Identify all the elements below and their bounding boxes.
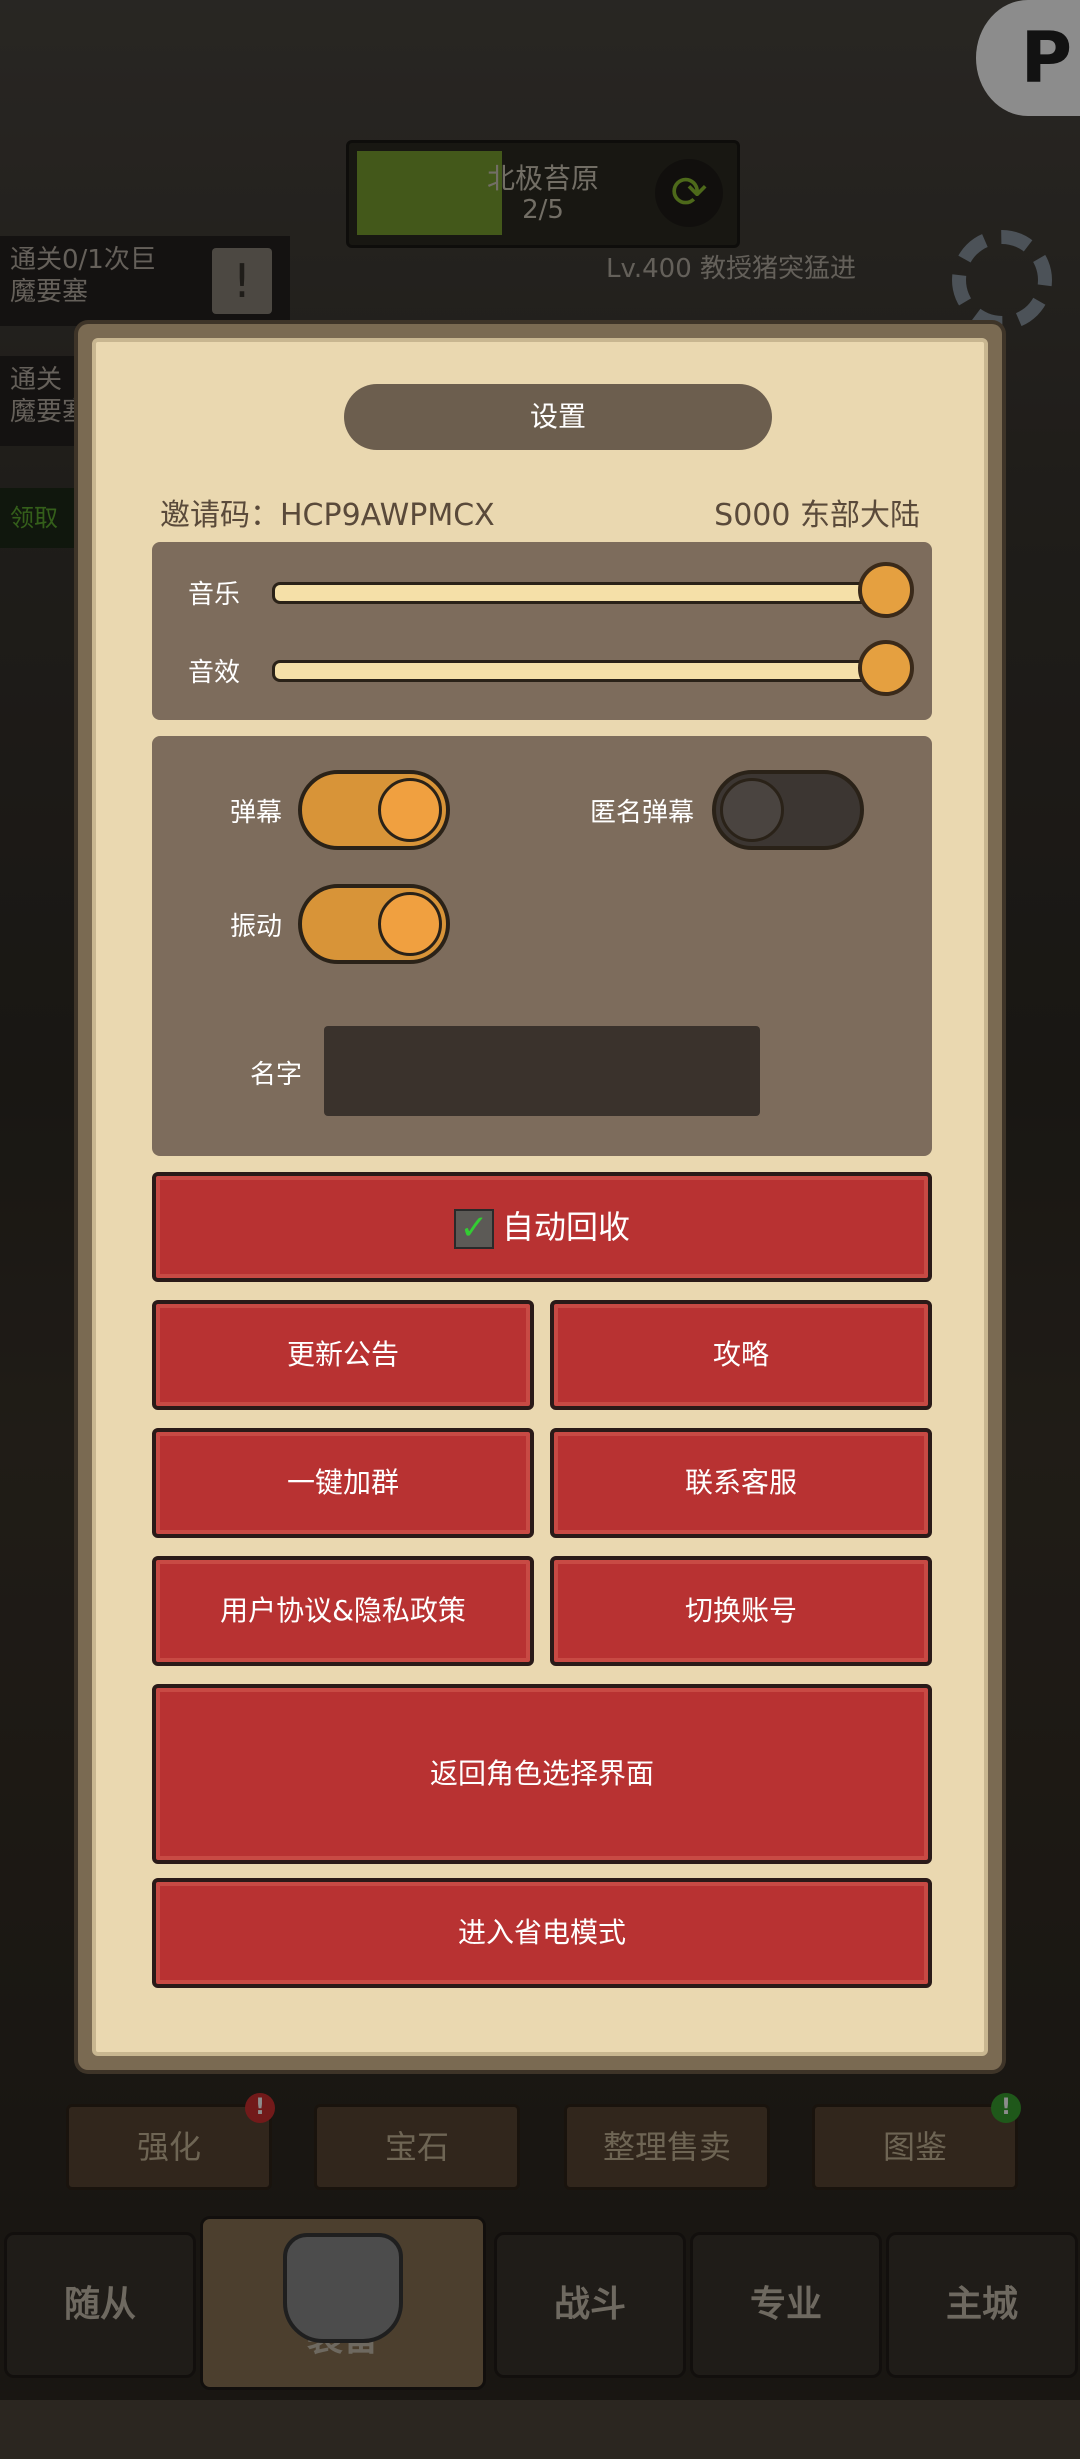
vibration-label: 振动 (230, 912, 283, 942)
name-input[interactable] (324, 1026, 760, 1116)
vibration-toggle-knob (378, 892, 442, 956)
options-box: 弹幕 匿名弹幕 振动 名字 (152, 736, 932, 1156)
power-save-button[interactable]: 进入省电模式 (152, 1878, 932, 1988)
dialog-title: 设置 (344, 384, 772, 450)
auto-recycle-button[interactable]: ✓ 自动回收 (152, 1172, 932, 1282)
join-group-button[interactable]: 一键加群 (152, 1428, 534, 1538)
settings-dialog-body: 设置 邀请码：HCP9AWPMCX S000 东部大陆 音乐 音效 弹幕 匿名弹… (92, 338, 988, 2056)
sound-slider[interactable] (272, 660, 878, 682)
anon-danmaku-toggle[interactable] (712, 770, 864, 850)
music-label: 音乐 (188, 580, 241, 610)
music-slider[interactable] (272, 582, 878, 604)
vibration-toggle[interactable] (298, 884, 450, 964)
user-agreement-button[interactable]: 用户协议&隐私政策 (152, 1556, 534, 1666)
checkbox-icon[interactable]: ✓ (453, 1209, 494, 1249)
back-to-role-select-button[interactable]: 返回角色选择界面 (152, 1684, 932, 1864)
danmaku-label: 弹幕 (230, 798, 283, 828)
sound-label: 音效 (188, 658, 241, 688)
server-name: S000 东部大陆 (714, 498, 920, 533)
music-slider-handle[interactable] (858, 562, 914, 618)
name-label: 名字 (250, 1060, 303, 1090)
update-notice-button[interactable]: 更新公告 (152, 1300, 534, 1410)
invite-code[interactable]: 邀请码：HCP9AWPMCX (160, 490, 495, 534)
switch-account-button[interactable]: 切换账号 (550, 1556, 932, 1666)
anon-danmaku-toggle-knob (720, 778, 784, 842)
settings-dialog: 设置 邀请码：HCP9AWPMCX S000 东部大陆 音乐 音效 弹幕 匿名弹… (78, 324, 1002, 2070)
auto-recycle-label: 自动回收 (501, 1208, 630, 1246)
guide-button[interactable]: 攻略 (550, 1300, 932, 1410)
audio-settings-box: 音乐 音效 (152, 542, 932, 720)
danmaku-toggle[interactable] (298, 770, 450, 850)
contact-service-button[interactable]: 联系客服 (550, 1428, 932, 1538)
danmaku-toggle-knob (378, 778, 442, 842)
sound-slider-handle[interactable] (858, 640, 914, 696)
anon-danmaku-label: 匿名弹幕 (590, 798, 695, 828)
